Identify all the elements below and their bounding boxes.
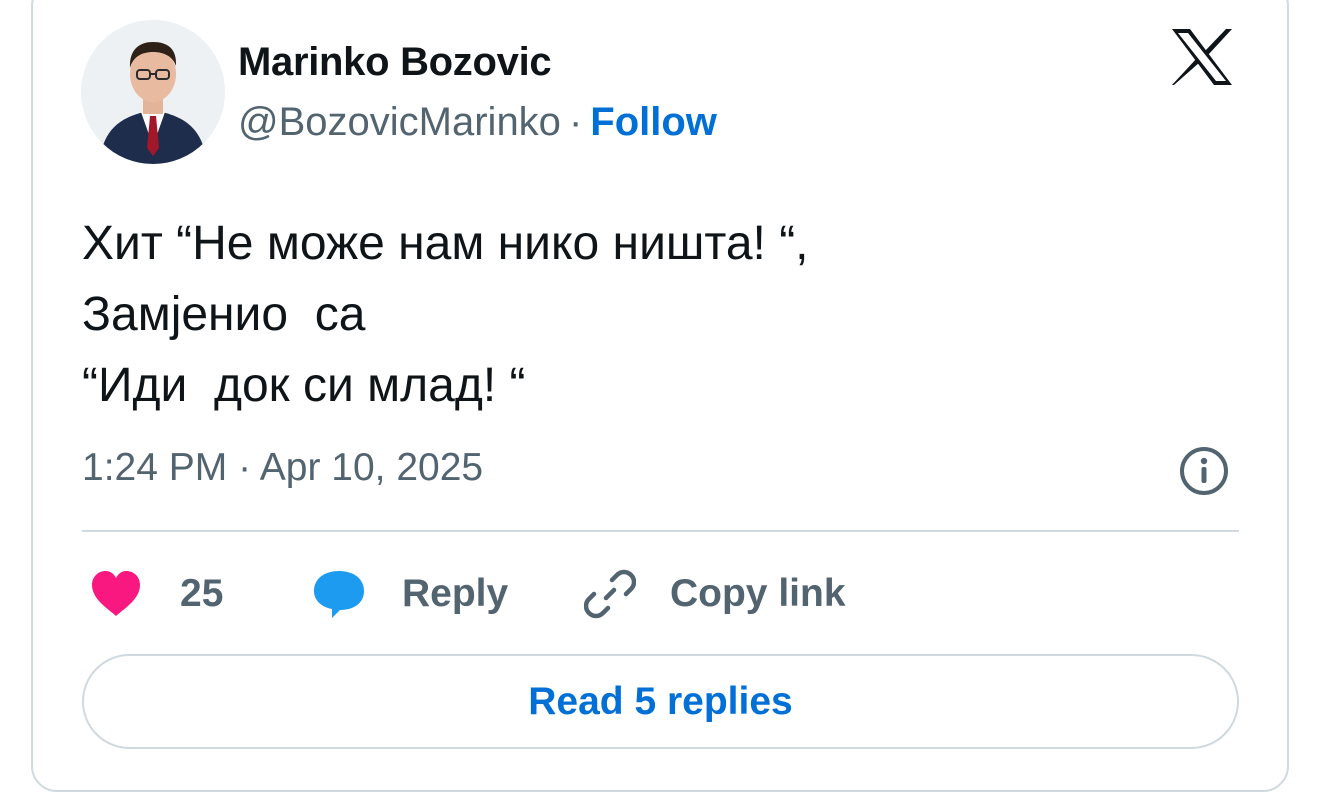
link-icon [584,569,636,619]
copy-link-button[interactable]: Copy link [584,566,846,622]
like-count: 25 [180,572,224,615]
read-replies-button[interactable]: Read 5 replies [82,654,1239,749]
divider [82,530,1239,532]
reply-label: Reply [402,572,509,615]
heart-icon [92,571,140,616]
x-logo-icon[interactable] [1170,27,1234,87]
separator-dot: · [568,100,583,144]
copy-link-label: Copy link [670,572,846,615]
tweet-text: Хит “Не може нам нико ништа! “, Замјенио… [82,217,809,412]
reply-button[interactable]: Reply [312,566,508,622]
author-handle[interactable]: @BozovicMarinko [238,100,561,144]
like-button[interactable]: 25 [90,566,223,622]
author-name[interactable]: Marinko Bozovic [238,40,552,85]
follow-link[interactable]: Follow [590,100,717,144]
info-icon[interactable] [1177,444,1231,498]
tweet-timestamp[interactable]: 1:24 PM · Apr 10, 2025 [82,446,483,490]
avatar[interactable] [81,20,225,164]
speech-bubble-icon [314,571,364,618]
author-handle-row: @BozovicMarinko · Follow [238,100,717,145]
